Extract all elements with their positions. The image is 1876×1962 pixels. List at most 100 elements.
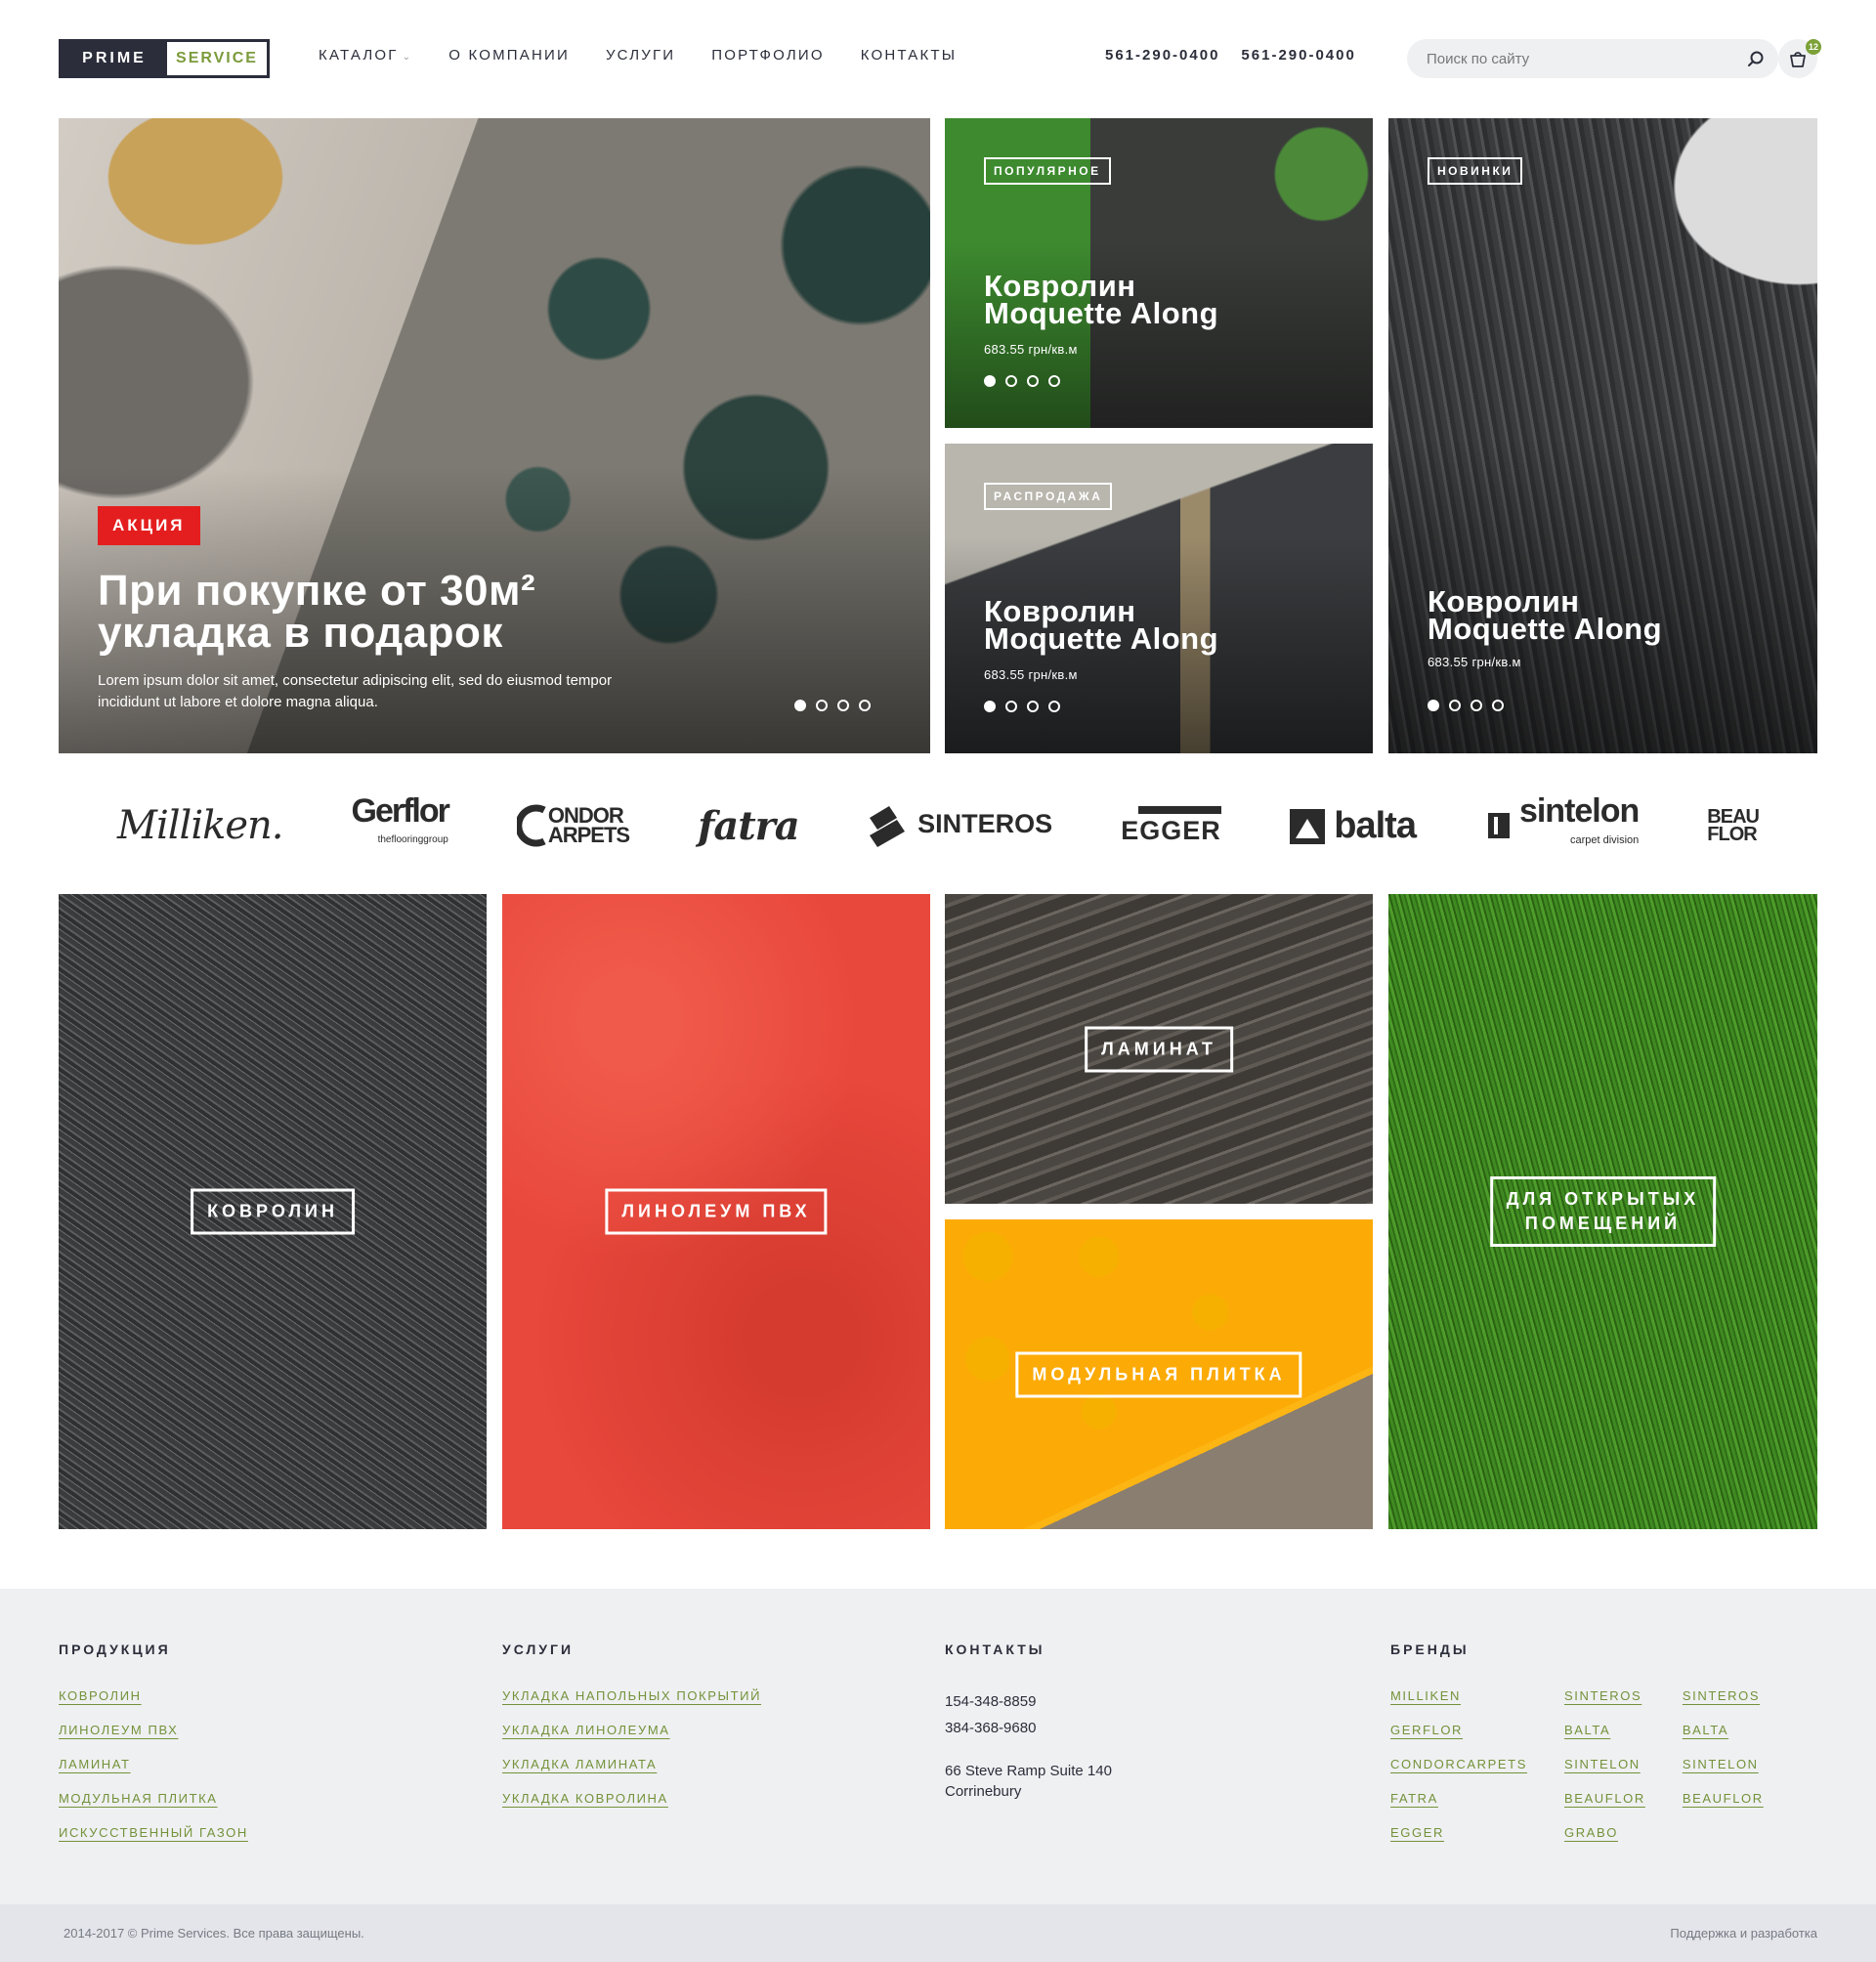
brand-logo-gerflor-text: Gerflor bbox=[351, 792, 450, 830]
category-tile-carpet[interactable]: КОВРОЛИН bbox=[59, 894, 487, 1529]
promo-title-line: укладка в подарок bbox=[98, 609, 503, 657]
logo[interactable]: PRIME SERVICE bbox=[59, 39, 270, 78]
card-price: 683.55 грн/кв.м bbox=[1428, 655, 1521, 669]
footer-link[interactable]: МОДУЛЬНАЯ ПЛИТКА bbox=[59, 1791, 248, 1806]
slider-dot[interactable] bbox=[816, 700, 828, 711]
promo-title: При покупке от 30м² укладка в подарок bbox=[98, 570, 535, 657]
footer-services: УСЛУГИ УКЛАДКА НАПОЛЬНЫХ ПОКРЫТИЙ УКЛАДК… bbox=[502, 1642, 761, 1825]
footer-contacts: КОНТАКТЫ 154-348-8859 384-368-9680 66 St… bbox=[945, 1642, 1112, 1802]
brand-logo-gerflor[interactable]: Gerflor theflooringgroup bbox=[352, 794, 450, 855]
footer-link[interactable]: УКЛАДКА ЛАМИНАТА bbox=[502, 1757, 761, 1771]
category-tile-outdoor[interactable]: ДЛЯ ОТКРЫТЫХ ПОМЕЩЕНИЙ bbox=[1388, 894, 1817, 1529]
footer-brand-link[interactable]: SINTELON bbox=[1564, 1757, 1645, 1771]
promo-text-line: incididunt ut labore et dolore magna ali… bbox=[98, 694, 378, 710]
phone-link[interactable]: 561-290-0400 bbox=[1241, 47, 1355, 64]
brand-logo-sinteros[interactable]: SINTEROS bbox=[868, 804, 1053, 847]
slider-dot[interactable] bbox=[1048, 701, 1060, 712]
slider-dot[interactable] bbox=[1027, 375, 1039, 387]
brand-logo-egger[interactable]: EGGER bbox=[1121, 805, 1221, 846]
category-tile-linoleum[interactable]: ЛИНОЛЕУМ ПВХ bbox=[502, 894, 930, 1529]
slider-dot[interactable] bbox=[1005, 375, 1017, 387]
product-card-new[interactable]: НОВИНКИ Ковролин Moquette Along 683.55 г… bbox=[1388, 118, 1817, 753]
brand-logo-condorcarpets[interactable]: ONDOR ARPETS bbox=[516, 804, 630, 847]
footer-brand-link[interactable]: FATRA bbox=[1390, 1791, 1527, 1806]
footer-brand-link[interactable]: EGGER bbox=[1390, 1825, 1527, 1840]
chevron-down-icon: ⌄ bbox=[402, 52, 413, 63]
slider-dot[interactable] bbox=[1449, 700, 1461, 711]
nav-services[interactable]: УСЛУГИ bbox=[606, 47, 675, 64]
footer-brands-column: SINTEROS BALTA SINTELON BEAUFLOR bbox=[1683, 1688, 1764, 1859]
brand-logo-line: sintelon bbox=[1518, 792, 1640, 830]
slider-dot[interactable] bbox=[984, 701, 996, 712]
footer-link[interactable]: УКЛАДКА НАПОЛЬНЫХ ПОКРЫТИЙ bbox=[502, 1688, 761, 1703]
category-label: ДЛЯ ОТКРЫТЫХ ПОМЕЩЕНИЙ bbox=[1489, 1176, 1717, 1247]
brand-logo-sinteros-text: SINTEROS bbox=[917, 809, 1053, 839]
slider-dot[interactable] bbox=[1048, 375, 1060, 387]
nav-catalog[interactable]: КАТАЛОГ ⌄ bbox=[319, 47, 412, 64]
nav-portfolio[interactable]: ПОРТФОЛИО bbox=[711, 47, 824, 64]
slider-dot[interactable] bbox=[984, 375, 996, 387]
footer-link[interactable]: ИСКУССТВЕННЫЙ ГАЗОН bbox=[59, 1825, 248, 1840]
search-box bbox=[1407, 39, 1778, 78]
category-label: МОДУЛЬНАЯ ПЛИТКА bbox=[1015, 1351, 1302, 1397]
footer-brand-link[interactable]: GRABO bbox=[1564, 1825, 1645, 1840]
nav-catalog-label: КАТАЛОГ bbox=[319, 47, 399, 64]
footer-brand-link[interactable]: MILLIKEN bbox=[1390, 1688, 1527, 1703]
slider-dot[interactable] bbox=[859, 700, 871, 711]
slider-dots bbox=[984, 375, 1060, 387]
hero-promo-slide[interactable]: АКЦИЯ При покупке от 30м² укладка в пода… bbox=[59, 118, 930, 753]
slider-dots bbox=[794, 700, 871, 711]
slider-dot[interactable] bbox=[1492, 700, 1504, 711]
footer-link[interactable]: КОВРОЛИН bbox=[59, 1688, 248, 1703]
footer-brand-link[interactable]: BEAUFLOR bbox=[1683, 1791, 1764, 1806]
footer-link[interactable]: УКЛАДКА ЛИНОЛЕУМА bbox=[502, 1723, 761, 1737]
footer-brand-link[interactable]: SINTEROS bbox=[1683, 1688, 1764, 1703]
nav-contacts[interactable]: КОНТАКТЫ bbox=[861, 47, 958, 64]
footer-link[interactable]: УКЛАДКА КОВРОЛИНА bbox=[502, 1791, 761, 1806]
footer-brand-link[interactable]: SINTELON bbox=[1683, 1757, 1764, 1771]
brand-logo-balta[interactable]: balta bbox=[1289, 805, 1417, 847]
search-icon[interactable] bbox=[1747, 50, 1765, 67]
copyright-text: 2014-2017 © Prime Services. Все права за… bbox=[64, 1926, 364, 1941]
category-tile-modular[interactable]: МОДУЛЬНАЯ ПЛИТКА bbox=[945, 1219, 1373, 1529]
support-link[interactable]: Поддержка и разработка bbox=[1670, 1926, 1817, 1941]
brand-logo-fatra[interactable]: fatra bbox=[698, 803, 800, 849]
category-label-line: ПОМЕЩЕНИЙ bbox=[1524, 1214, 1682, 1233]
footer-brand-link[interactable]: BALTA bbox=[1683, 1723, 1764, 1737]
footer-brand-link[interactable]: SINTEROS bbox=[1564, 1688, 1645, 1703]
footer-brand-link[interactable]: CONDORCARPETS bbox=[1390, 1757, 1527, 1771]
slider-dot[interactable] bbox=[1428, 700, 1439, 711]
product-card-sale[interactable]: РАСПРОДАЖА Ковролин Moquette Along 683.5… bbox=[945, 444, 1373, 753]
balta-mark-icon bbox=[1289, 809, 1325, 845]
footer-phone[interactable]: 384-368-9680 bbox=[945, 1715, 1112, 1741]
nav-about[interactable]: О КОМПАНИИ bbox=[448, 47, 570, 64]
site-header: PRIME SERVICE КАТАЛОГ ⌄ О КОМПАНИИ УСЛУГИ… bbox=[0, 0, 1876, 117]
brand-logo-beauflor[interactable]: BEAU FLOR bbox=[1707, 807, 1760, 844]
copyright-bar: 2014-2017 © Prime Services. Все права за… bbox=[0, 1904, 1876, 1962]
brand-logo-egger-text: EGGER bbox=[1121, 815, 1221, 845]
footer-heading: БРЕНДЫ bbox=[1390, 1642, 1470, 1657]
slider-dot[interactable] bbox=[1027, 701, 1039, 712]
footer-phone[interactable]: 154-348-8859 bbox=[945, 1688, 1112, 1715]
search-input[interactable] bbox=[1427, 39, 1720, 78]
brand-logos: Milliken. Gerflor theflooringgroup ONDOR… bbox=[117, 794, 1760, 855]
card-badge: ПОПУЛЯРНОЕ bbox=[984, 157, 1111, 185]
slider-dot[interactable] bbox=[794, 700, 806, 711]
brand-logo-sintelon[interactable]: sintelon carpet division bbox=[1484, 794, 1640, 855]
slider-dot[interactable] bbox=[1471, 700, 1482, 711]
slider-dot[interactable] bbox=[1005, 701, 1017, 712]
cart-count-badge: 12 bbox=[1806, 39, 1821, 55]
footer-brand-link[interactable]: BALTA bbox=[1564, 1723, 1645, 1737]
footer-brand-link[interactable]: GERFLOR bbox=[1390, 1723, 1527, 1737]
footer-link[interactable]: ЛИНОЛЕУМ ПВХ bbox=[59, 1723, 248, 1737]
cart-button[interactable]: 12 bbox=[1778, 39, 1821, 78]
footer-link[interactable]: ЛАМИНАТ bbox=[59, 1757, 248, 1771]
slider-dot[interactable] bbox=[837, 700, 849, 711]
category-tile-laminate[interactable]: ЛАМИНАТ bbox=[945, 894, 1373, 1204]
product-card-popular[interactable]: ПОПУЛЯРНОЕ Ковролин Moquette Along 683.5… bbox=[945, 118, 1373, 428]
brand-logo-milliken[interactable]: Milliken. bbox=[117, 803, 284, 848]
footer-brand-link[interactable]: BEAUFLOR bbox=[1564, 1791, 1645, 1806]
card-title-line: Moquette Along bbox=[984, 621, 1219, 656]
phone-link[interactable]: 561-290-0400 bbox=[1105, 47, 1219, 64]
footer-brands-columns: MILLIKEN GERFLOR CONDORCARPETS FATRA EGG… bbox=[1390, 1688, 1801, 1859]
